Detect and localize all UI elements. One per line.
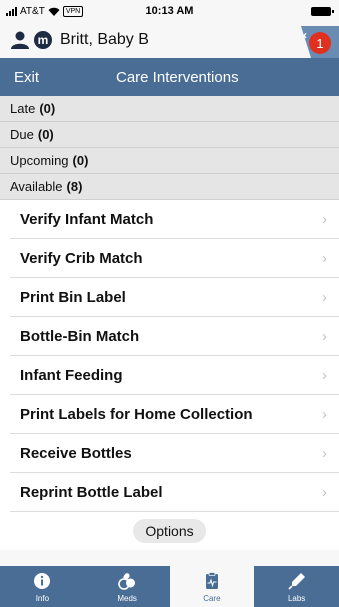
mother-badge: m <box>34 31 52 49</box>
chevron-right-icon: › <box>322 288 327 306</box>
options-bar: Options <box>0 512 339 550</box>
clipboard-icon <box>205 572 218 589</box>
item-label: Print Bin Label <box>20 288 126 306</box>
nav-bar: Exit Care Interventions <box>0 58 339 96</box>
section-count: (0) <box>37 127 54 142</box>
chevron-right-icon: › <box>322 210 327 228</box>
tab-care[interactable]: Care <box>169 566 255 607</box>
item-label: Bottle-Bin Match <box>20 327 140 345</box>
section-count: (0) <box>39 101 56 116</box>
section-label: Late <box>10 101 36 116</box>
section-upcoming[interactable]: Upcoming (0) <box>0 148 339 174</box>
exit-button[interactable]: Exit <box>0 69 39 86</box>
intervention-list: Verify Infant Match › Verify Crib Match › … <box>10 200 339 512</box>
section-late[interactable]: Late (0) <box>0 96 339 122</box>
list-item[interactable]: Infant Feeding › <box>10 356 339 395</box>
signal-icon <box>6 6 17 16</box>
section-label: Available <box>10 179 63 194</box>
tab-bar: Info Meds Care Labs <box>0 566 339 607</box>
chevron-right-icon: › <box>322 405 327 423</box>
person-icon <box>11 31 29 49</box>
intervention-list-container: Verify Infant Match › Verify Crib Match › … <box>0 200 339 550</box>
section-available[interactable]: Available (8) <box>0 174 339 200</box>
tab-info[interactable]: Info <box>0 566 85 607</box>
section-count: (8) <box>66 179 83 194</box>
patient-header: m Britt, Baby B ‹ 1 <box>0 22 339 58</box>
tab-meds[interactable]: Meds <box>84 566 170 607</box>
alert-count-badge[interactable]: 1 <box>309 32 331 54</box>
chevron-right-icon: › <box>322 327 327 345</box>
section-count: (0) <box>72 153 89 168</box>
item-label: Receive Bottles <box>20 444 132 462</box>
tab-label: Info <box>35 594 50 603</box>
info-icon <box>34 573 51 589</box>
flask-icon <box>288 573 305 590</box>
status-left: AT&T VPN <box>6 5 84 17</box>
list-item[interactable]: Print Labels for Home Collection › <box>10 395 339 434</box>
tab-label: Care <box>203 594 221 603</box>
tab-label: Labs <box>287 594 306 603</box>
item-label: Verify Infant Match <box>20 210 154 228</box>
list-item[interactable]: Print Bin Label › <box>10 278 339 317</box>
item-label: Verify Crib Match <box>20 249 143 267</box>
item-label: Infant Feeding <box>20 366 123 384</box>
tab-label: Meds <box>117 594 137 603</box>
list-item[interactable]: Reprint Bottle Label › <box>10 473 339 512</box>
options-button[interactable]: Options <box>133 519 206 543</box>
list-item[interactable]: Bottle-Bin Match › <box>10 317 339 356</box>
chevron-left-icon[interactable]: ‹ <box>303 28 307 42</box>
chevron-right-icon: › <box>322 483 327 501</box>
section-label: Upcoming <box>10 153 69 168</box>
pills-icon <box>118 573 136 590</box>
list-item[interactable]: Verify Crib Match › <box>10 239 339 278</box>
wifi-icon <box>48 7 60 16</box>
chevron-right-icon: › <box>322 444 327 462</box>
status-bar: AT&T VPN 10:13 AM <box>0 0 339 22</box>
list-item[interactable]: Receive Bottles › <box>10 434 339 473</box>
vpn-badge: VPN <box>62 5 84 17</box>
chevron-right-icon: › <box>322 366 327 384</box>
list-item[interactable]: Verify Infant Match › <box>10 200 339 239</box>
item-label: Reprint Bottle Label <box>20 483 163 501</box>
carrier-label: AT&T <box>20 5 45 17</box>
battery-icon <box>311 7 334 16</box>
chevron-right-icon: › <box>322 249 327 267</box>
tab-labs[interactable]: Labs <box>254 566 339 607</box>
section-due[interactable]: Due (0) <box>0 122 339 148</box>
page-title: Care Interventions <box>116 68 239 86</box>
section-label: Due <box>10 127 34 142</box>
patient-name: Britt, Baby B <box>60 31 149 48</box>
item-label: Print Labels for Home Collection <box>20 405 253 423</box>
